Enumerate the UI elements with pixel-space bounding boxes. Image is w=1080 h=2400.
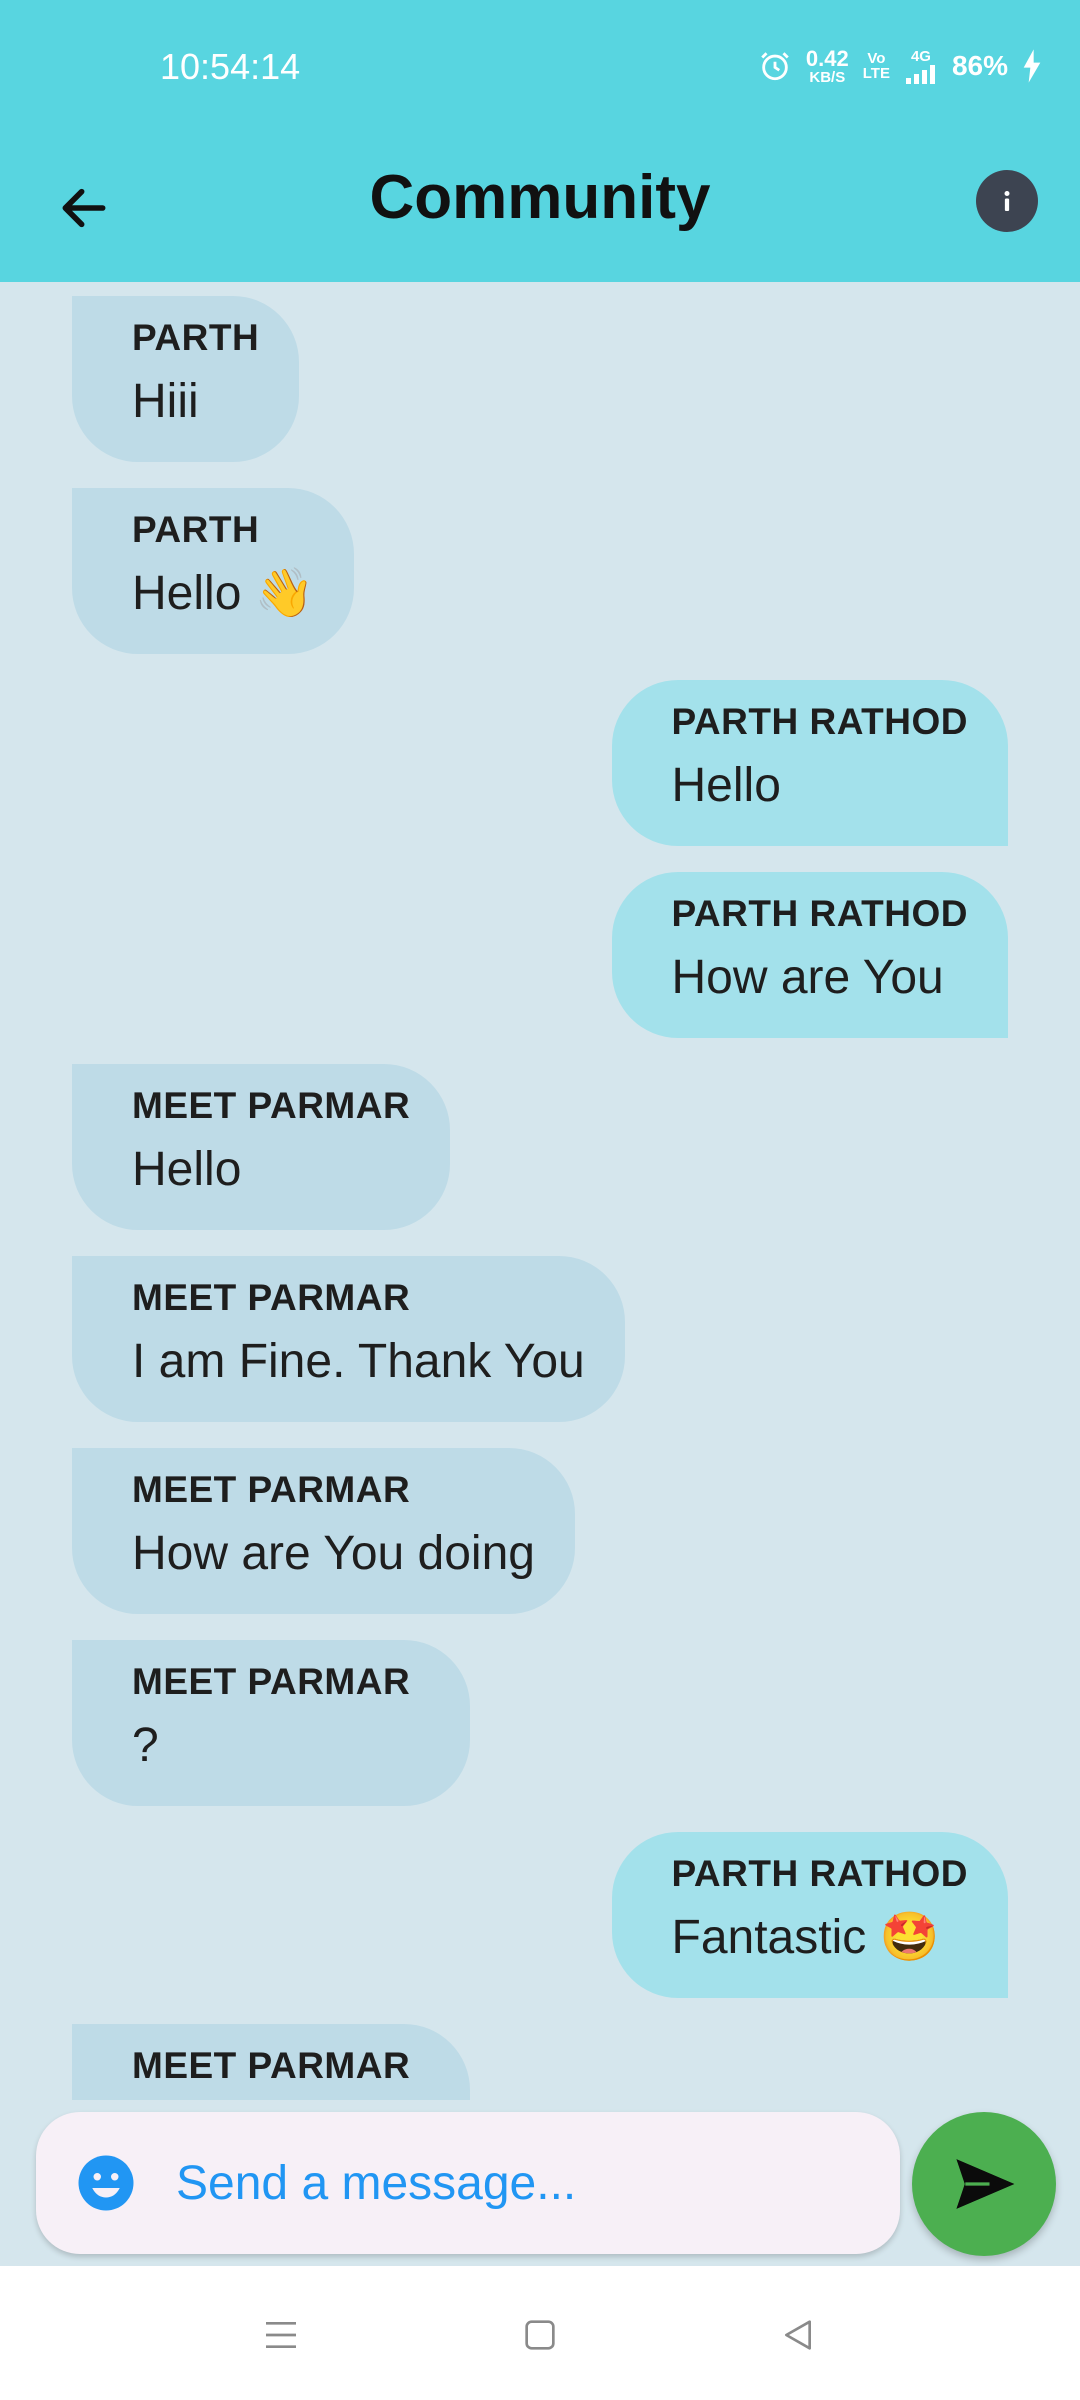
message-text: Hello 👋 — [132, 567, 315, 620]
send-button[interactable] — [912, 2112, 1056, 2256]
network-speed: 0.42 KB/S — [805, 45, 849, 86]
message-text: Fantastic 🤩 — [671, 1911, 940, 1964]
message-composer — [36, 2112, 900, 2254]
message-sender: MEET PARMAR — [132, 1277, 411, 1318]
network-speed-unit: KB/S — [809, 68, 846, 86]
message-sender: PARTH — [132, 509, 260, 550]
message-text: Hello — [671, 759, 781, 812]
home-square-icon — [525, 2320, 555, 2350]
network-speed-value: 0.42 — [805, 45, 849, 71]
info-icon — [1004, 191, 1010, 211]
message-bubble: PARTH RATHOD How are You — [611, 872, 1008, 1038]
message-sender: MEET PARMAR — [132, 1469, 411, 1510]
message-sender: PARTH — [132, 317, 260, 358]
system-nav-bar — [0, 2266, 1080, 2400]
status-time: 10:54:14 — [160, 46, 301, 87]
battery-level: 86% — [951, 50, 1008, 81]
page-title: Community — [369, 163, 711, 232]
message-bubble: MEET PARMAR How are You doing — [72, 1448, 575, 1614]
message-sender: PARTH RATHOD — [671, 701, 968, 742]
volte-indicator: Vo LTE — [863, 51, 890, 81]
message-input[interactable] — [176, 2142, 866, 2224]
charging-icon — [1023, 49, 1041, 83]
message-list[interactable]: PARTH Hiii PARTH Hello 👋 PARTH RATHOD He… — [0, 282, 1080, 2100]
alarm-icon — [761, 52, 789, 81]
emoji-icon — [78, 2155, 134, 2211]
message-bubble: MEET PARMAR ? — [72, 1640, 470, 1806]
message-bubble: PARTH RATHOD Hello — [611, 680, 1008, 846]
message-bubble: PARTH Hiii — [72, 296, 300, 462]
back-triangle-icon — [785, 2320, 811, 2350]
send-icon — [956, 2159, 1015, 2209]
message-text: I am Fine. Thank You — [132, 1335, 585, 1388]
message-text: How are You doing — [132, 1527, 535, 1580]
network-type: 4G — [910, 47, 931, 65]
message-sender: PARTH RATHOD — [671, 893, 968, 934]
message-sender: PARTH RATHOD — [671, 1853, 968, 1894]
status-icons: 0.42 KB/S Vo LTE 4G 86% — [758, 44, 1042, 88]
info-button[interactable] — [976, 170, 1038, 232]
nav-menu-button[interactable] — [246, 2300, 316, 2370]
message-sender: MEET PARMAR — [132, 1661, 411, 1702]
message-bubble: MEET PARMAR Hello — [72, 1064, 451, 1230]
emoji-button[interactable] — [76, 2153, 136, 2213]
signal-indicator: 4G — [904, 49, 938, 84]
volte-top: Vo — [867, 50, 886, 67]
app-bar: Community — [0, 136, 1080, 282]
message-text: ? — [132, 1719, 159, 1772]
nav-home-button[interactable] — [505, 2300, 575, 2370]
message-bubble: PARTH Hello 👋 — [72, 488, 355, 654]
menu-icon — [266, 2322, 296, 2348]
message-sender: MEET PARMAR — [132, 2045, 411, 2086]
status-bar: 10:54:14 0.42 KB/S Vo LTE 4G 86% — [0, 0, 1080, 136]
nav-back-button[interactable] — [763, 2300, 833, 2370]
message-text: Hello — [132, 1143, 242, 1196]
message-bubble: MEET PARMAR — [72, 2024, 470, 2100]
volte-bottom: LTE — [862, 65, 890, 82]
message-bubble: MEET PARMAR I am Fine. Thank You — [72, 1256, 625, 1422]
message-bubble: PARTH RATHOD Fantastic 🤩 — [611, 1832, 1008, 1998]
signal-icon — [905, 64, 935, 84]
message-text: How are You — [671, 951, 944, 1004]
message-text: Hiii — [132, 375, 199, 428]
message-sender: MEET PARMAR — [132, 1085, 411, 1126]
